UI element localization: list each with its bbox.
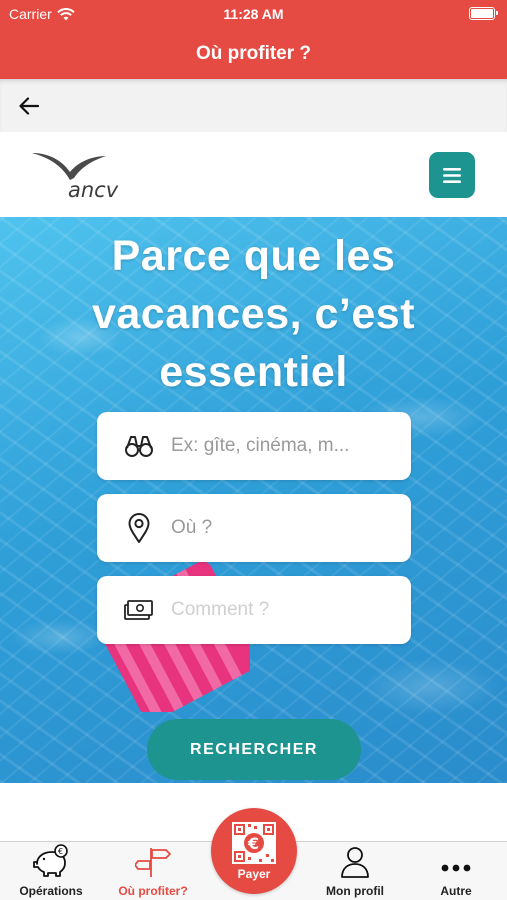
hero-title: Parce que les vacances, c’est essentiel [40, 227, 467, 401]
more-dots-icon [441, 842, 471, 878]
hero-title-line-2: vacances, c’est [91, 290, 416, 338]
qr-euro-icon: € [232, 822, 276, 864]
back-arrow-icon [19, 97, 39, 115]
hero-title-line-1: Parce que les [111, 232, 396, 280]
tab-operations[interactable]: € Opérations [8, 842, 94, 900]
back-button[interactable] [14, 92, 44, 120]
back-bar [0, 79, 507, 132]
battery-icon [469, 7, 498, 20]
tab-ou-profiter[interactable]: Où profiter? [108, 842, 198, 900]
svg-text:€: € [58, 847, 63, 856]
where-search-field[interactable]: Où ? [97, 494, 411, 562]
location-pin-icon [119, 508, 159, 548]
tab-mon-profil-label: Mon profil [326, 884, 384, 898]
hero-banner: Parce que les vacances, c’est essentiel … [0, 217, 507, 783]
hero-title-line-3: essentiel [159, 348, 348, 396]
logo-text: ancv [68, 178, 119, 202]
nav-title-bar: Où profiter ? [0, 28, 507, 79]
search-button-label: RECHERCHER [190, 740, 318, 758]
binoculars-icon [119, 426, 159, 466]
what-search-placeholder: Ex: gîte, cinéma, m... [171, 435, 350, 456]
ancv-logo[interactable]: ancv [30, 150, 120, 202]
where-search-placeholder: Où ? [171, 517, 213, 538]
page-title: Où profiter ? [195, 42, 312, 64]
status-bar: Carrier 11:28 AM [0, 0, 507, 28]
how-search-placeholder: Comment ? [171, 599, 270, 620]
tab-autre-label: Autre [440, 884, 472, 898]
tab-autre[interactable]: Autre [418, 842, 494, 900]
how-search-field[interactable]: Comment ? [97, 576, 411, 644]
pay-button[interactable]: € Payer [211, 808, 297, 894]
clock: 11:28 AM [223, 6, 284, 22]
signpost-icon [135, 842, 171, 878]
hamburger-menu-button[interactable] [429, 152, 475, 198]
piggy-bank-euro-icon: € [31, 842, 71, 878]
tab-mon-profil[interactable]: Mon profil [312, 842, 398, 900]
hamburger-icon [443, 167, 461, 183]
tab-operations-label: Opérations [19, 884, 83, 898]
pay-button-label: Payer [237, 867, 271, 881]
tab-ou-profiter-label: Où profiter? [118, 884, 188, 898]
svg-text:€: € [247, 834, 259, 853]
what-search-field[interactable]: Ex: gîte, cinéma, m... [97, 412, 411, 480]
person-icon [340, 842, 370, 878]
banknote-icon [119, 590, 159, 630]
search-button[interactable]: RECHERCHER [147, 719, 361, 780]
site-header: ancv [0, 132, 507, 217]
